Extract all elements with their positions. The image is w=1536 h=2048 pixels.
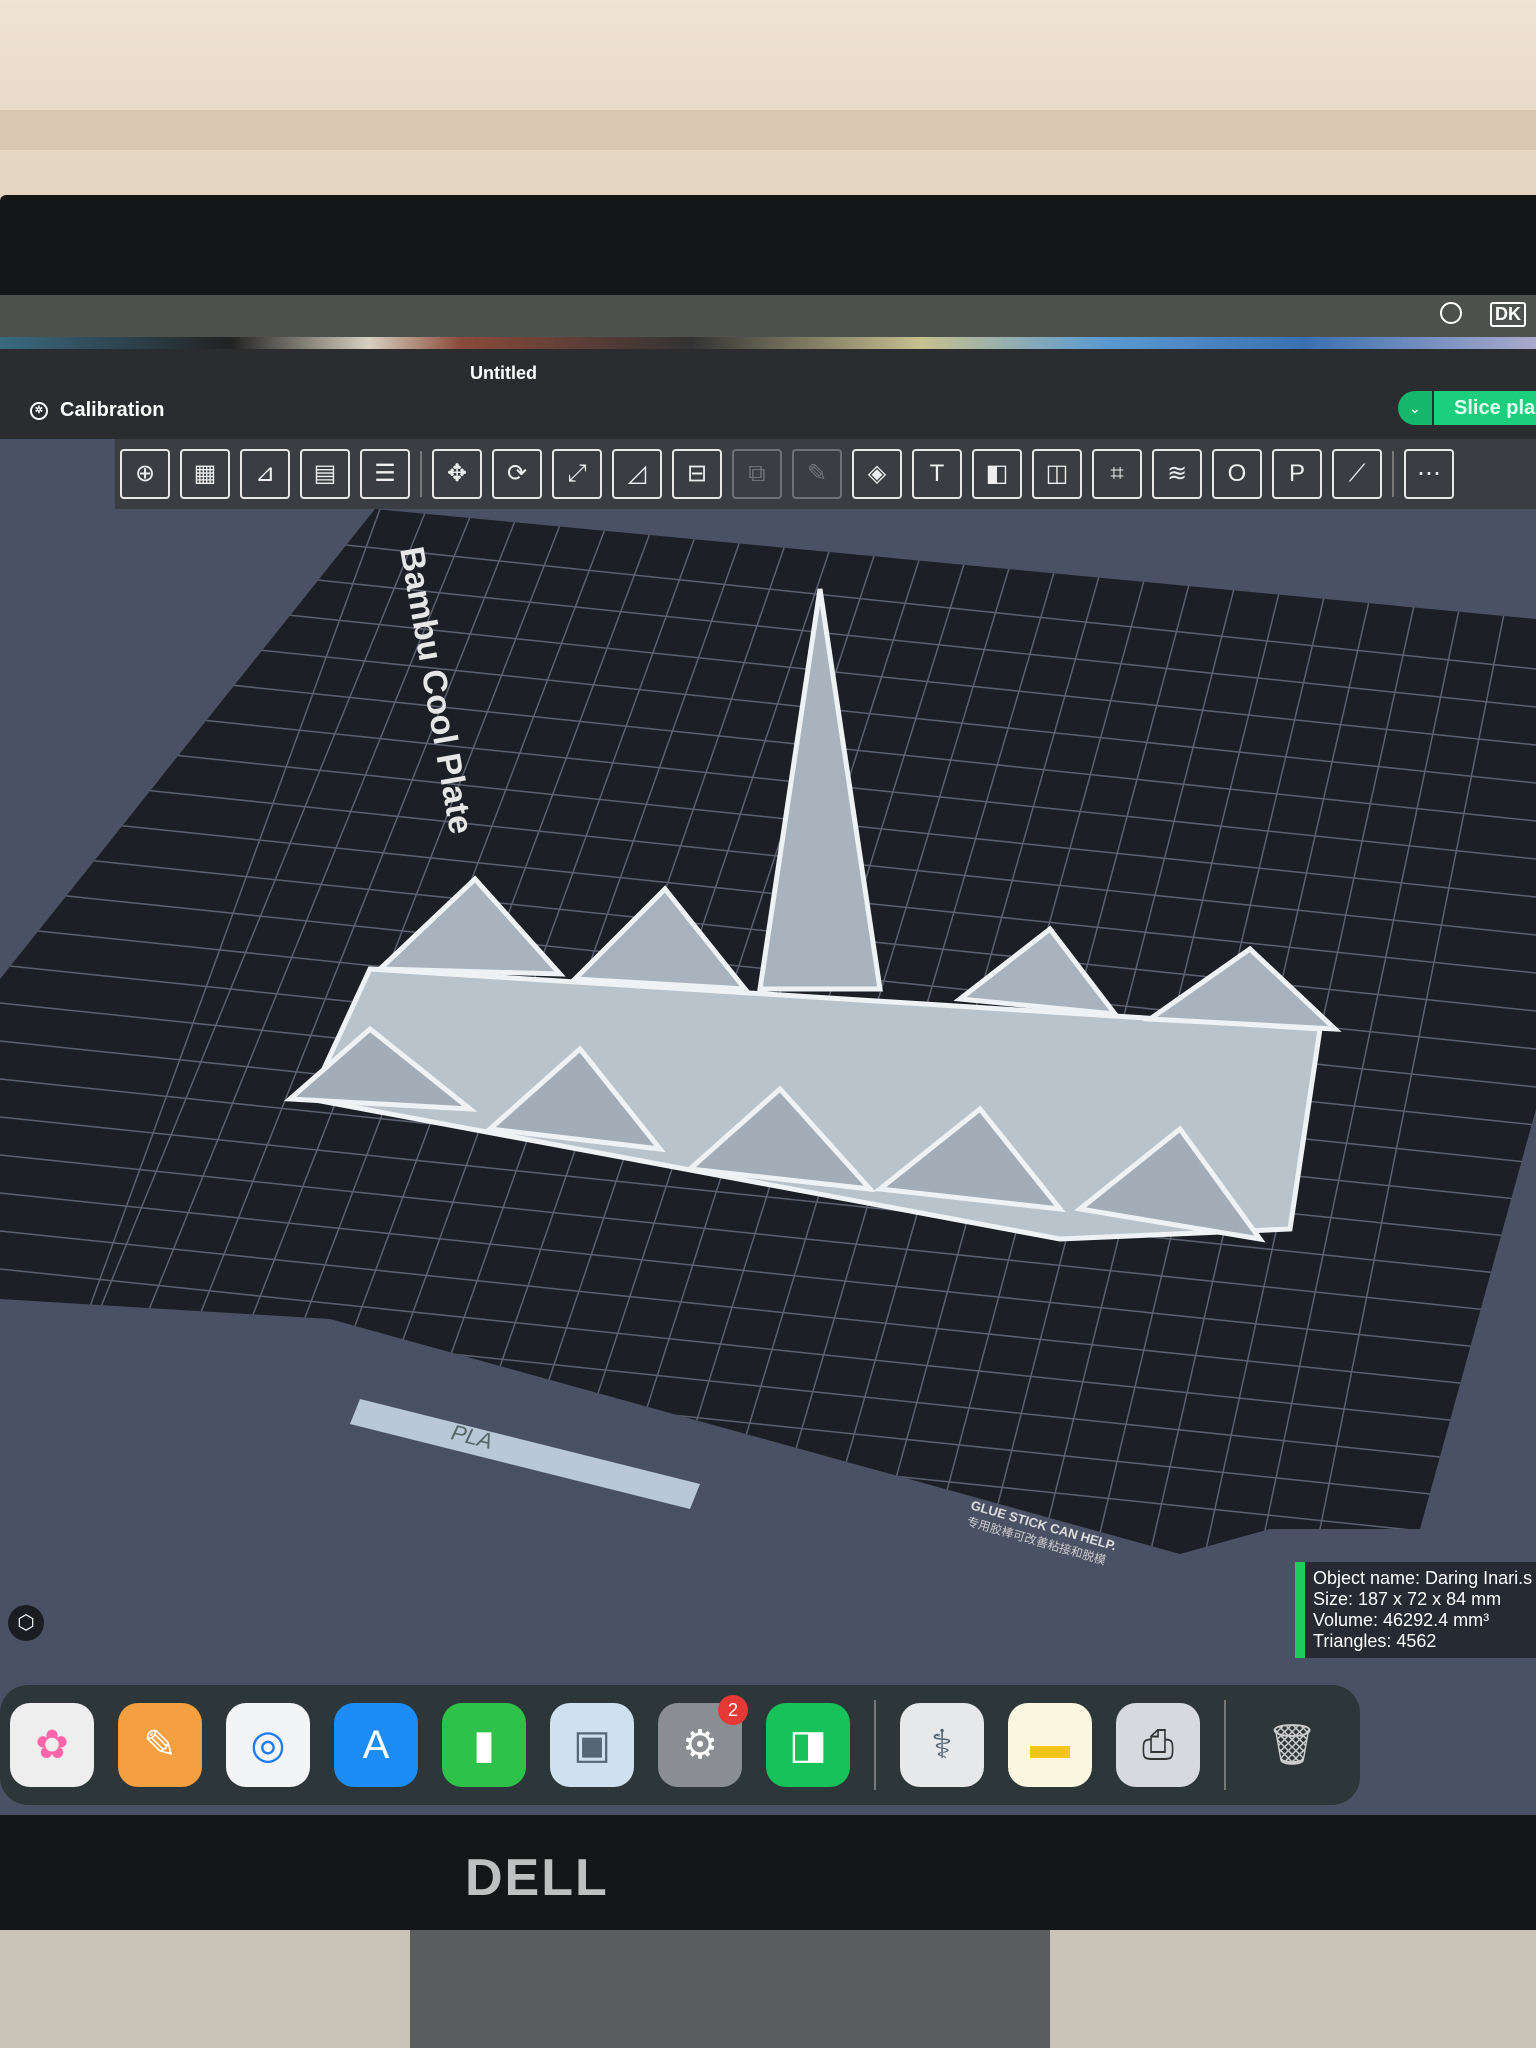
object-size: Size: 187 x 72 x 84 mm	[1313, 1589, 1502, 1609]
boolean-icon[interactable]: ⧉	[732, 449, 782, 499]
object-info-panel: Object name: Daring Inari.s Size: 187 x …	[1295, 1562, 1536, 1658]
slice-label: Slice pla	[1434, 391, 1536, 425]
add-plate-icon[interactable]: ▦	[180, 449, 230, 499]
photos-icon[interactable]: ✿	[10, 1703, 94, 1787]
scale-icon[interactable]: ⤢	[552, 449, 602, 499]
calibration-icon: ✲	[30, 401, 48, 420]
toolbar: ⊕ ▦ ⊿ ▤ ☰ ✥ ⟳ ⤢ ◿ ⊟ ⧉ ✎ ◈ T ◧ ◫ ⌗ ≋ O P …	[115, 439, 1536, 509]
safari-icon[interactable]: ◎	[226, 1703, 310, 1787]
lay-on-face-icon[interactable]: ◿	[612, 449, 662, 499]
monitor-logo: DELL	[465, 1849, 609, 1907]
ruler-icon[interactable]: ⟋	[1332, 449, 1382, 499]
calibration-tab[interactable]: ✲ Calibration	[30, 399, 164, 422]
system-settings-icon[interactable]: ⚙ 2	[658, 1695, 748, 1787]
split-plates-icon[interactable]: ☰	[360, 449, 410, 499]
text-icon[interactable]: T	[912, 449, 962, 499]
slice-plate-button[interactable]: ⌄ Slice pla	[1398, 391, 1536, 425]
dock: ✿ ✎ ◎ A ▮ ▣ ⚙ 2 ◨ ⚕ ▬ ⎙ 🗑	[0, 1685, 1360, 1805]
notes-icon[interactable]: ▬	[1008, 1703, 1092, 1787]
freeform-icon[interactable]: ✎	[118, 1703, 202, 1787]
menu-bar: DK	[0, 295, 1536, 337]
support-paint-icon[interactable]: ✎	[792, 449, 842, 499]
disk-utility-icon[interactable]: ⚕	[900, 1703, 984, 1787]
color-paint-icon[interactable]: ◈	[852, 449, 902, 499]
calibration-label: Calibration	[60, 399, 165, 421]
object-triangles: Triangles: 4562	[1313, 1631, 1437, 1651]
plate-label-strip	[350, 1399, 700, 1509]
printer-icon[interactable]: ⎙	[1116, 1703, 1200, 1787]
layer-height-icon[interactable]: ≋	[1152, 449, 1202, 499]
measure-fix-icon[interactable]: ⌗	[1092, 449, 1142, 499]
monitor-stand	[410, 1930, 1050, 2048]
more-icon[interactable]: ⋯	[1404, 449, 1454, 499]
scene: Bambu Cool Plate PLA GLUE STICK CAN HELP…	[0, 509, 1536, 1568]
notification-badge: 2	[718, 1695, 748, 1725]
rotate-icon[interactable]: ⟳	[492, 449, 542, 499]
arrange-icon[interactable]: ▤	[300, 449, 350, 499]
input-source-indicator[interactable]: DK	[1490, 302, 1526, 327]
desktop-wallpaper	[0, 337, 1536, 349]
user-icon[interactable]	[1440, 302, 1462, 324]
chevron-down-icon[interactable]: ⌄	[1398, 391, 1432, 425]
preview-icon[interactable]: ▣	[550, 1703, 634, 1787]
move-icon[interactable]: ✥	[432, 449, 482, 499]
view-cube-icon[interactable]: ⬡	[8, 1605, 44, 1641]
object-name: Object name: Daring Inari.s	[1313, 1568, 1533, 1588]
cut-icon[interactable]: ⊟	[672, 449, 722, 499]
window-title: Untitled	[470, 363, 537, 383]
numbers-icon[interactable]: ▮	[442, 1703, 526, 1787]
bambu-studio-icon[interactable]: ◨	[766, 1703, 850, 1787]
app-titlebar: Untitled ✲ Calibration ⌄ Slice pla	[0, 349, 1536, 439]
assembly-icon[interactable]: O	[1212, 449, 1262, 499]
trash-icon[interactable]: 🗑	[1250, 1703, 1334, 1787]
auto-orient-icon[interactable]: ⊿	[240, 449, 290, 499]
3d-viewport[interactable]: Bambu Cool Plate PLA GLUE STICK CAN HELP…	[0, 509, 1536, 1679]
screen: DK Untitled ✲ Calibration ⌄ Slice pla ⊕ ▦ …	[0, 295, 1536, 1815]
add-object-icon[interactable]: ⊕	[120, 449, 170, 499]
emboss-icon[interactable]: ◧	[972, 449, 1022, 499]
wall-background	[0, 0, 1536, 200]
mesh-boolean-icon[interactable]: ◫	[1032, 449, 1082, 499]
object-volume: Volume: 46292.4 mm³	[1313, 1610, 1490, 1630]
plate-p-icon[interactable]: P	[1272, 449, 1322, 499]
app-store-icon[interactable]: A	[334, 1703, 418, 1787]
